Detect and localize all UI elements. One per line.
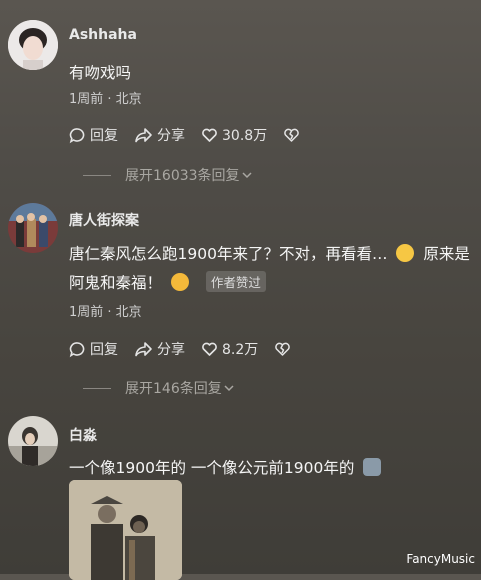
like-button[interactable]: 8.2万 (201, 339, 258, 359)
like-button[interactable]: 30.8万 (201, 125, 267, 145)
share-arrow-icon (135, 127, 152, 142)
broken-heart-icon (284, 128, 299, 142)
comment-text-part: 原来是 (423, 245, 470, 263)
avatar[interactable] (8, 203, 58, 253)
expand-replies[interactable]: 展开146条回复 (83, 378, 236, 398)
reply-button[interactable]: 回复 (69, 125, 118, 145)
heart-icon (202, 128, 217, 142)
heart-icon (202, 342, 217, 356)
share-arrow-icon (135, 341, 152, 356)
share-label: 分享 (157, 128, 185, 144)
chevron-down-icon (224, 385, 234, 392)
dislike-button[interactable] (274, 341, 295, 357)
author-liked-badge: 作者赞过 (205, 271, 266, 292)
dislike-button[interactable] (283, 127, 304, 143)
comment-text: 一个像1900年的 一个像公元前1900年的 (69, 456, 385, 478)
comment-text-part: 唐仁秦风怎么跑1900年来了？不对，再看看… (69, 245, 388, 263)
comment-text-part: 一个像1900年的 一个像公元前1900年的 (69, 459, 355, 477)
watermark: FancyMusic (406, 552, 475, 566)
cat-emoji-icon (363, 458, 382, 476)
comment-image[interactable] (69, 480, 182, 580)
divider-line (83, 387, 111, 389)
reply-label: 回复 (90, 342, 118, 358)
like-count: 8.2万 (222, 342, 259, 358)
speech-bubble-icon (69, 341, 85, 357)
expand-replies[interactable]: 展开16033条回复 (83, 165, 254, 185)
reply-button[interactable]: 回复 (69, 339, 118, 359)
comment-meta: 1周前 · 北京 (69, 92, 142, 107)
comment-text: 有吻戏吗 (69, 64, 132, 82)
broken-heart-icon (275, 342, 291, 356)
comment-actions: 回复 分享 8.2万 (69, 339, 311, 359)
share-button[interactable]: 分享 (134, 125, 185, 145)
expand-label: 展开146条回复 (125, 381, 222, 397)
comment-text-line2: 阿鬼和秦福！ 作者赞过 (69, 271, 266, 293)
comment-username[interactable]: 唐人街探案 (69, 210, 139, 230)
comment-text-line1: 唐仁秦风怎么跑1900年来了？不对，再看看… 原来是 (69, 242, 470, 264)
avatar[interactable] (8, 416, 58, 466)
comment-username[interactable]: 白淼 (69, 425, 97, 445)
share-label: 分享 (157, 342, 185, 358)
avatar[interactable] (8, 20, 58, 70)
like-count: 30.8万 (222, 128, 268, 144)
chevron-down-icon (242, 172, 252, 179)
reply-label: 回复 (90, 128, 118, 144)
comment-username[interactable]: Ashhaha (69, 27, 137, 43)
comment-text-part: 阿鬼和秦福！ (69, 274, 163, 292)
rolling-eyes-emoji-icon (396, 244, 415, 262)
divider-line (83, 174, 111, 176)
share-button[interactable]: 分享 (134, 339, 185, 359)
comment-actions: 回复 分享 30.8万 (69, 125, 320, 145)
comment-meta: 1周前 · 北京 (69, 305, 142, 320)
expand-label: 展开16033条回复 (125, 168, 240, 184)
speech-bubble-icon (69, 127, 85, 143)
surprised-emoji-icon (170, 273, 189, 291)
